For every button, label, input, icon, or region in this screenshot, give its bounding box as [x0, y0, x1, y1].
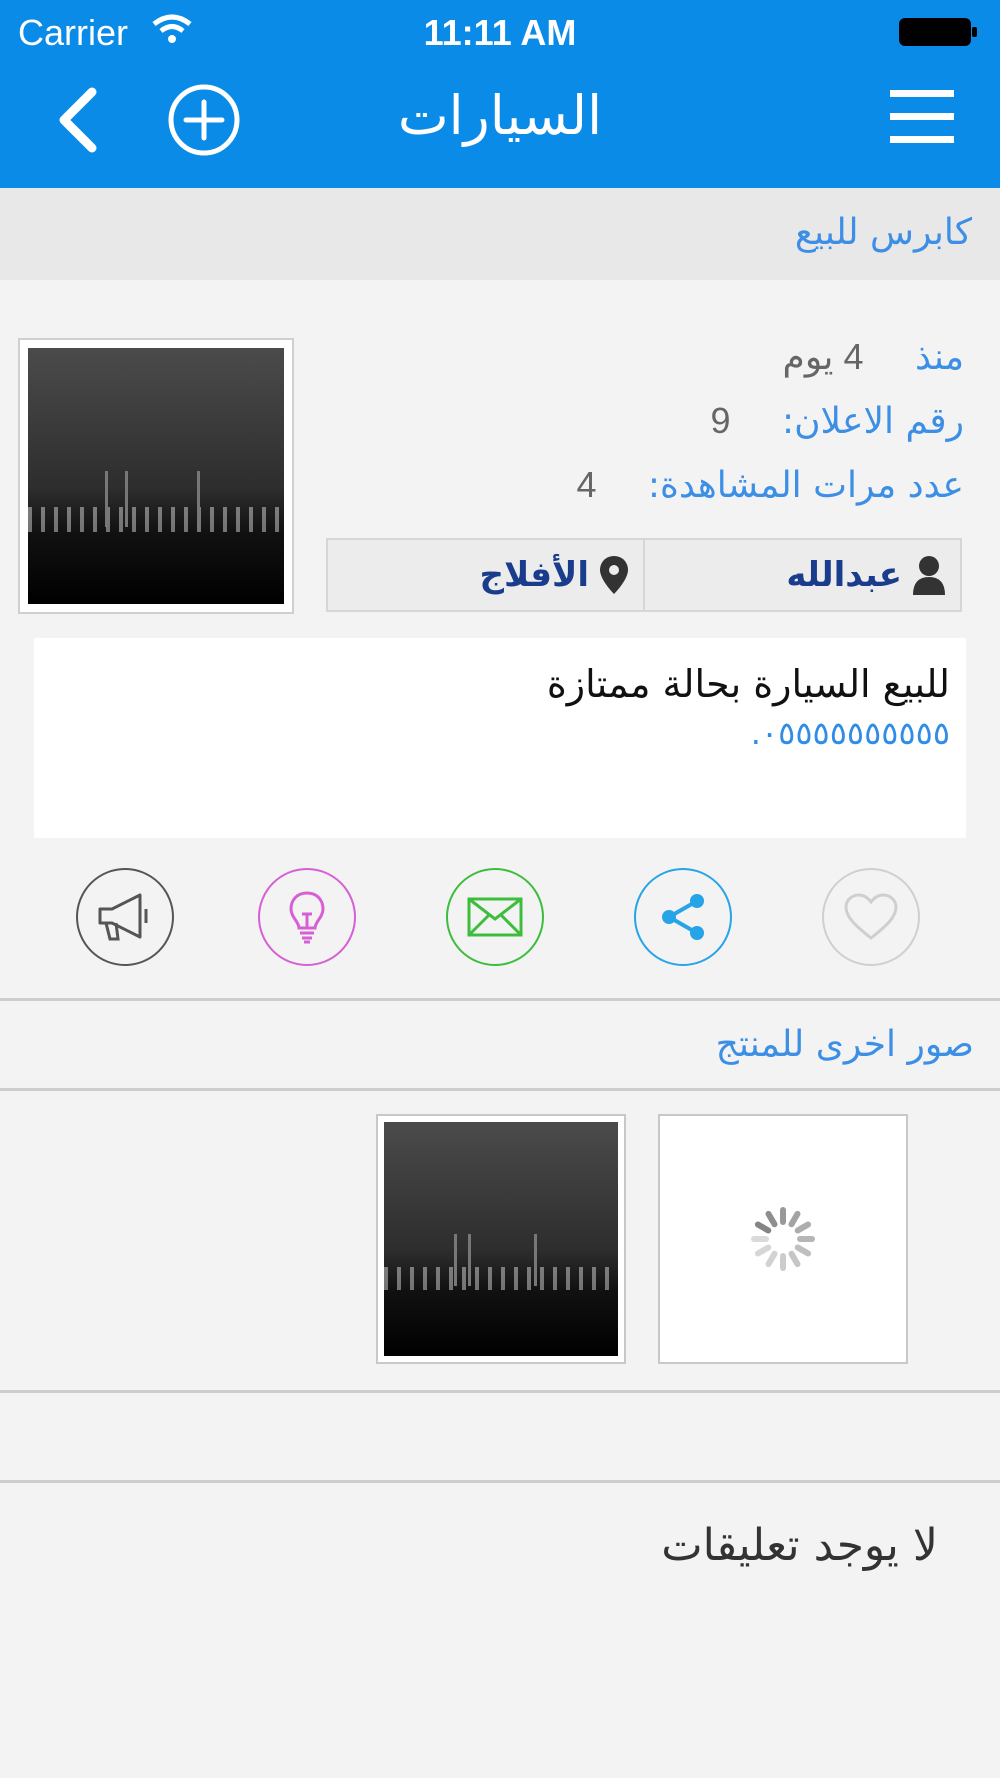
- heart-icon: [844, 893, 898, 940]
- battery-icon: [899, 18, 977, 46]
- info-ad-number: رقم الاعلان: 9: [710, 400, 964, 442]
- since-label: منذ: [914, 337, 964, 378]
- divider: [0, 1088, 1000, 1091]
- image-thumbnail-loading[interactable]: [658, 1114, 908, 1364]
- phone-number[interactable]: ٠٥٥٥٥٥٥٥٥٥٥.: [50, 714, 950, 752]
- share-button[interactable]: [634, 868, 732, 966]
- report-button[interactable]: [76, 868, 174, 966]
- description-box: للبيع السيارة بحالة ممتازة ٠٥٥٥٥٥٥٥٥٥٥.: [34, 638, 966, 838]
- favorite-button[interactable]: [822, 868, 920, 966]
- menu-icon[interactable]: [888, 86, 956, 146]
- views-label: عدد مرات المشاهدة:: [647, 465, 964, 506]
- back-icon[interactable]: [48, 82, 108, 158]
- status-time: 11:11 AM: [423, 12, 577, 53]
- page-title: السيارات: [397, 84, 603, 147]
- car-photo: [28, 348, 284, 604]
- location-name: الأفلاج: [479, 555, 589, 595]
- since-value: 4 يوم: [782, 336, 864, 377]
- ad-number-value: 9: [710, 400, 731, 441]
- views-value: 4: [576, 464, 597, 505]
- info-views: عدد مرات المشاهدة: 4: [576, 464, 964, 506]
- tip-button[interactable]: [258, 868, 356, 966]
- divider: [0, 1390, 1000, 1393]
- loading-spinner-icon: [751, 1207, 815, 1271]
- ad-number-label: رقم الاعلان:: [781, 401, 964, 442]
- megaphone-icon: [98, 893, 148, 941]
- header: Carrier 11:11 AM السيارات: [0, 0, 1000, 188]
- other-images-label: صور اخرى للمنتج: [715, 1024, 974, 1065]
- description-text: للبيع السيارة بحالة ممتازة: [546, 662, 950, 706]
- listing-title: كابرس للبيع: [794, 212, 972, 253]
- car-photo: [384, 1122, 618, 1356]
- location-pin-icon: [600, 556, 628, 594]
- envelope-icon: [467, 897, 523, 937]
- add-icon[interactable]: [166, 82, 242, 158]
- user-name: عبدالله: [786, 555, 902, 595]
- location-cell[interactable]: الأفلاج: [328, 540, 645, 610]
- divider: [0, 1480, 1000, 1483]
- listing-title-bar: كابرس للبيع: [0, 188, 1000, 280]
- info-since: منذ 4 يوم: [783, 336, 964, 378]
- share-icon: [662, 894, 704, 940]
- main-image[interactable]: [18, 338, 294, 614]
- divider: [0, 998, 1000, 1001]
- no-comments-text: لا يوجد تعليقات: [661, 1520, 938, 1571]
- lightbulb-icon: [289, 891, 325, 944]
- user-icon: [913, 556, 945, 595]
- image-thumbnail[interactable]: [376, 1114, 626, 1364]
- message-button[interactable]: [446, 868, 544, 966]
- listing-meta: عبدالله الأفلاج: [326, 538, 962, 612]
- user-cell[interactable]: عبدالله: [645, 540, 960, 610]
